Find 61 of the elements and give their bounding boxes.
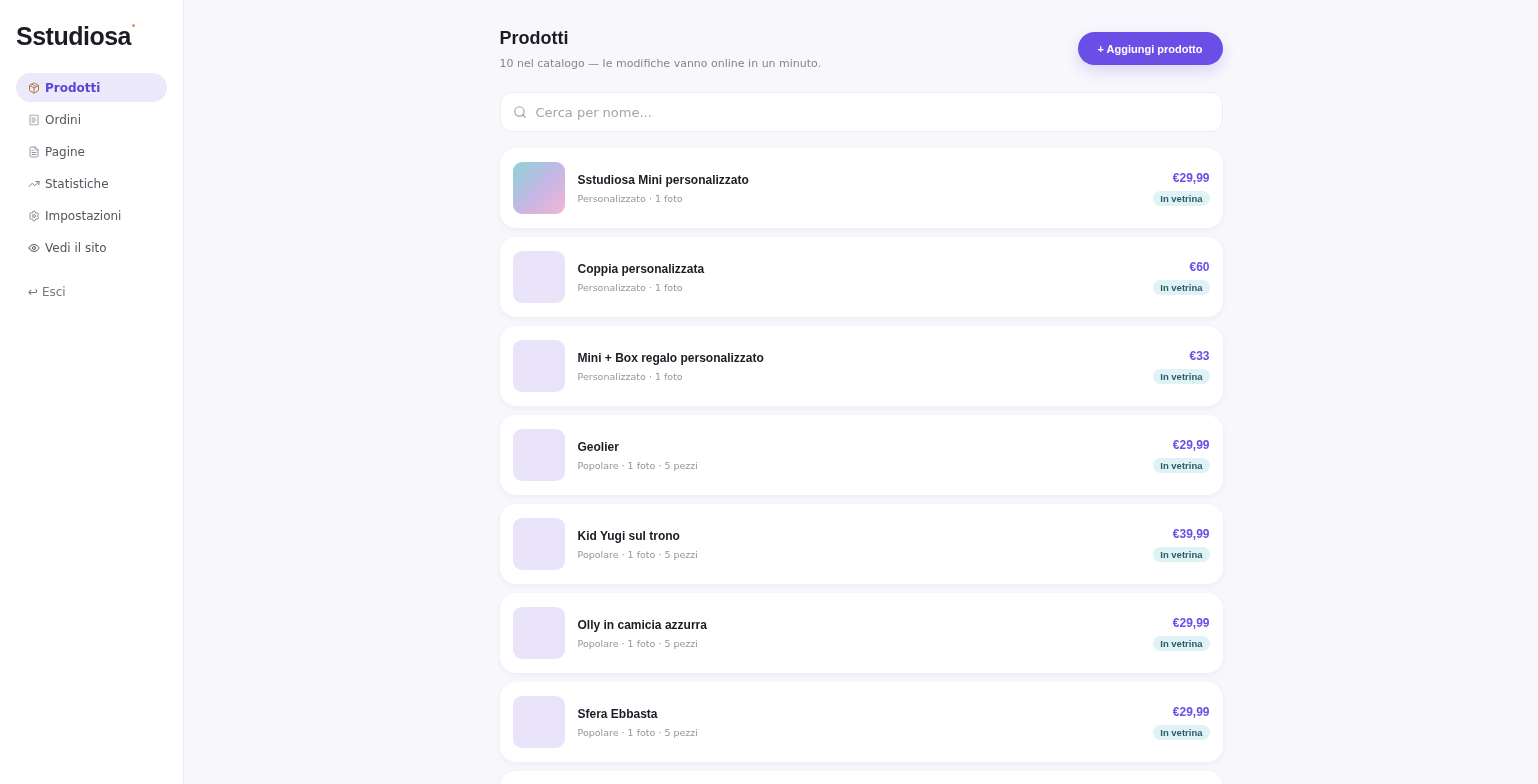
status-badge: In vetrina <box>1153 635 1210 651</box>
product-meta: Popolare · 1 foto · 5 pezzi <box>577 726 699 738</box>
status-badge: In vetrina <box>1153 724 1210 740</box>
search-icon <box>512 105 527 119</box>
product-name: Sstudiosa Mini personalizzato <box>577 172 750 187</box>
product-meta: Popolare · 1 foto · 5 pezzi <box>577 548 699 560</box>
product-price: €29,99 <box>1172 704 1210 719</box>
logo-dot-icon <box>132 24 135 27</box>
logout-link[interactable]: ↩ Esci <box>16 285 167 299</box>
receipt-icon <box>28 113 40 126</box>
product-price: €29,99 <box>1172 170 1210 185</box>
product-name: Olly in camicia azzurra <box>577 617 708 632</box>
empty-thumbnail <box>512 251 565 303</box>
search-field[interactable]: Cerca per nome... <box>499 92 1223 132</box>
product-card[interactable]: Geolier Popolare · 1 foto · 5 pezzi €29,99 In vetrina <box>499 415 1223 495</box>
product-price: €39,99 <box>1172 526 1210 541</box>
empty-thumbnail <box>512 340 565 392</box>
photo-placeholder <box>512 162 565 214</box>
nav-item[interactable]: Pagine <box>16 137 167 166</box>
page-title: Prodotti <box>499 28 570 49</box>
product-card[interactable]: Sstudiosa Mini personalizzato Personalizzato · 1 foto €29,99 In vetrina <box>499 148 1223 228</box>
product-card[interactable]: Coppia personalizzata Personalizzato · 1 foto €60 In vetrina <box>499 237 1223 317</box>
product-price: €60 <box>1189 259 1210 274</box>
product-name: Geolier <box>577 439 620 454</box>
document-icon <box>28 145 40 158</box>
product-name: Coppia personalizzata <box>577 261 706 276</box>
product-price: €33 <box>1189 348 1210 363</box>
product-meta: Popolare · 1 foto · 5 pezzi <box>577 459 699 471</box>
status-badge: In vetrina <box>1153 457 1210 473</box>
status-badge: In vetrina <box>1153 190 1210 206</box>
product-price: €29,99 <box>1172 437 1210 452</box>
product-meta: Personalizzato · 1 foto <box>577 192 684 204</box>
empty-thumbnail <box>512 607 565 659</box>
eye-icon <box>28 241 40 254</box>
nav-item[interactable]: Statistiche <box>16 169 167 198</box>
product-card[interactable]: Mini + Box regalo personalizzato Personalizzato · 1 foto €33 In vetrina <box>499 326 1223 406</box>
product-card[interactable]: Olly in camicia azzurra Popolare · 1 foto · 5 pezzi €29,99 In vetrina <box>499 593 1223 673</box>
nav-item[interactable]: Vedi il sito <box>16 233 167 262</box>
gear-icon <box>28 209 40 222</box>
product-name: Kid Yugi sul trono <box>577 528 681 543</box>
nav-item[interactable]: Prodotti <box>16 73 167 102</box>
status-badge: In vetrina <box>1153 546 1210 562</box>
page-subtitle: 10 nel catalogo — le modifiche vanno online in un minuto. <box>499 57 822 70</box>
product-card[interactable]: Kid Yugi sul trono Popolare · 1 foto · 5 pezzi €39,99 In vetrina <box>499 504 1223 584</box>
product-meta: Popolare · 1 foto · 5 pezzi <box>577 637 699 649</box>
product-card[interactable]: Sfera Ebbasta Popolare · 1 foto · 5 pezzi €29,99 In vetrina <box>499 682 1223 762</box>
status-badge: In vetrina <box>1153 279 1210 295</box>
product-meta: Personalizzato · 1 foto <box>577 281 684 293</box>
product-name: Mini + Box regalo personalizzato <box>577 350 765 365</box>
empty-thumbnail <box>512 696 565 748</box>
product-meta: Personalizzato · 1 foto <box>577 370 684 382</box>
box-icon <box>28 81 40 94</box>
status-badge: In vetrina <box>1153 368 1210 384</box>
product-price: €29,99 <box>1172 615 1210 630</box>
empty-thumbnail <box>512 429 565 481</box>
nav-item[interactable]: Impostazioni <box>16 201 167 230</box>
product-name: Sfera Ebbasta <box>577 706 659 721</box>
logo: Sstudiosa <box>16 22 131 51</box>
nav-item[interactable]: Ordini <box>16 105 167 134</box>
add-product-button[interactable]: + Aggiungi prodotto <box>1077 32 1223 65</box>
empty-thumbnail <box>512 518 565 570</box>
